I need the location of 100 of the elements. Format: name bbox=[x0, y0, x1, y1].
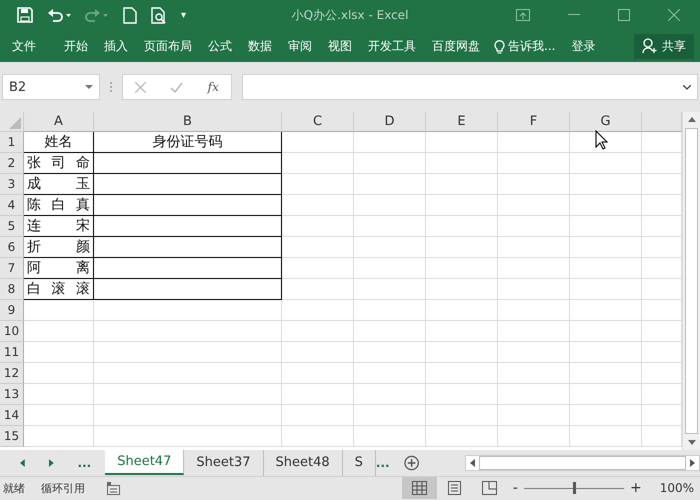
table-cell bbox=[570, 258, 642, 279]
table-cell bbox=[498, 405, 570, 426]
table-cell bbox=[570, 300, 642, 321]
column-header[interactable]: B bbox=[94, 112, 282, 132]
table-cell bbox=[282, 216, 354, 237]
table-cell bbox=[498, 426, 570, 447]
add-sheet-icon[interactable] bbox=[404, 455, 419, 471]
table-cell: 陈 白 真 bbox=[24, 195, 94, 216]
grid-icon bbox=[412, 481, 427, 495]
row-header[interactable]: 9 bbox=[0, 300, 24, 321]
close-icon[interactable] bbox=[668, 9, 680, 21]
maximize-icon[interactable] bbox=[618, 9, 630, 21]
table-cell bbox=[498, 279, 570, 300]
column-header[interactable]: E bbox=[426, 112, 498, 132]
more-sheets-button[interactable]: ... bbox=[376, 456, 390, 470]
ribbon-display-icon[interactable] bbox=[516, 9, 530, 21]
table-cell bbox=[426, 426, 498, 447]
table-cell bbox=[498, 384, 570, 405]
sign-in-link[interactable]: 登录 bbox=[563, 38, 604, 54]
table-cell bbox=[426, 405, 498, 426]
undo-icon[interactable] bbox=[47, 7, 71, 23]
column-header[interactable]: C bbox=[282, 112, 354, 132]
table-cell bbox=[354, 153, 426, 174]
table-cell bbox=[426, 363, 498, 384]
row-header[interactable]: 4 bbox=[0, 195, 24, 216]
table-cell bbox=[282, 426, 354, 447]
row-header[interactable]: 1 bbox=[0, 132, 24, 153]
horizontal-scrollbar[interactable] bbox=[464, 455, 700, 471]
print-preview-icon[interactable] bbox=[151, 6, 167, 24]
row-header[interactable]: 3 bbox=[0, 174, 24, 195]
row-header[interactable]: 10 bbox=[0, 321, 24, 342]
table-cell bbox=[282, 258, 354, 279]
table-cell: 连 宋 bbox=[24, 216, 94, 237]
ribbon-tab[interactable]: 视图 bbox=[320, 38, 360, 54]
ribbon-tab[interactable]: 插入 bbox=[96, 38, 136, 54]
ribbon-tab[interactable]: 公式 bbox=[200, 38, 240, 54]
zoom-level[interactable]: 100% bbox=[660, 481, 694, 495]
row-header[interactable]: 14 bbox=[0, 405, 24, 426]
ribbon-tab[interactable]: 文件 bbox=[0, 38, 56, 54]
row-header[interactable]: 8 bbox=[0, 279, 24, 300]
row-header[interactable]: 15 bbox=[0, 426, 24, 447]
save-icon[interactable] bbox=[17, 7, 33, 23]
new-file-icon[interactable] bbox=[123, 6, 137, 24]
table-cell bbox=[570, 279, 642, 300]
customize-dropdown[interactable]: ▾ bbox=[181, 10, 186, 20]
column-header[interactable]: D bbox=[354, 112, 426, 132]
row-header[interactable]: 12 bbox=[0, 363, 24, 384]
row-header[interactable]: 5 bbox=[0, 216, 24, 237]
zoom-in-button[interactable]: + bbox=[630, 480, 642, 496]
table-cell bbox=[282, 363, 354, 384]
table-cell bbox=[570, 237, 642, 258]
scroll-up-icon[interactable] bbox=[688, 117, 696, 122]
table-cell bbox=[282, 384, 354, 405]
column-header[interactable]: A bbox=[24, 112, 94, 132]
next-sheet-icon[interactable] bbox=[48, 459, 54, 467]
row-header[interactable]: 13 bbox=[0, 384, 24, 405]
table-cell bbox=[570, 174, 642, 195]
share-button[interactable]: 共享 bbox=[634, 34, 694, 58]
scroll-down-icon[interactable] bbox=[688, 440, 696, 445]
expand-icon[interactable] bbox=[683, 84, 691, 90]
more-sheets-button[interactable]: ... bbox=[78, 456, 92, 470]
lightbulb-icon bbox=[494, 38, 505, 54]
row-header[interactable]: 6 bbox=[0, 237, 24, 258]
formula-input[interactable] bbox=[242, 74, 698, 100]
person-add-icon bbox=[642, 38, 658, 54]
ribbon-tab[interactable]: 页面布局 bbox=[136, 38, 200, 54]
vertical-scrollbar[interactable] bbox=[682, 112, 700, 450]
previous-sheet-icon[interactable] bbox=[20, 459, 25, 467]
zoom-out-button[interactable]: - bbox=[512, 480, 518, 496]
row-header[interactable]: 7 bbox=[0, 258, 24, 279]
window-title: 小Q办公.xlsx - Excel bbox=[292, 6, 408, 24]
table-cell bbox=[426, 216, 498, 237]
ribbon-tab[interactable]: 审阅 bbox=[280, 38, 320, 54]
minimize-icon[interactable] bbox=[568, 14, 580, 16]
table-cell bbox=[426, 132, 498, 153]
scroll-right-icon[interactable] bbox=[690, 459, 695, 467]
column-header[interactable]: G bbox=[570, 112, 642, 132]
table-cell bbox=[498, 363, 570, 384]
insert-function-button[interactable]: fx bbox=[208, 80, 219, 94]
table-cell bbox=[354, 258, 426, 279]
row-header[interactable]: 2 bbox=[0, 153, 24, 174]
table-cell bbox=[498, 153, 570, 174]
ribbon-tab[interactable]: 开始 bbox=[56, 38, 96, 54]
table-cell bbox=[354, 321, 426, 342]
macro-record-icon[interactable] bbox=[107, 482, 120, 494]
ribbon-tab[interactable]: 数据 bbox=[240, 38, 280, 54]
ribbon-tab[interactable]: 百度网盘 bbox=[424, 38, 488, 54]
column-header[interactable]: F bbox=[498, 112, 570, 132]
row-header[interactable]: 11 bbox=[0, 342, 24, 363]
name-box[interactable]: B2 bbox=[2, 74, 100, 100]
sheet-tab[interactable]: Sheet47 bbox=[105, 449, 184, 475]
ribbon-tab[interactable]: 开发工具 bbox=[360, 38, 424, 54]
table-cell bbox=[570, 384, 642, 405]
table-cell bbox=[282, 195, 354, 216]
table-cell bbox=[570, 195, 642, 216]
tell-me-field[interactable]: 告诉我... bbox=[505, 38, 564, 54]
scroll-left-icon[interactable] bbox=[470, 459, 475, 467]
table-cell bbox=[282, 132, 354, 153]
view-button[interactable] bbox=[402, 477, 437, 499]
table-cell bbox=[282, 279, 354, 300]
